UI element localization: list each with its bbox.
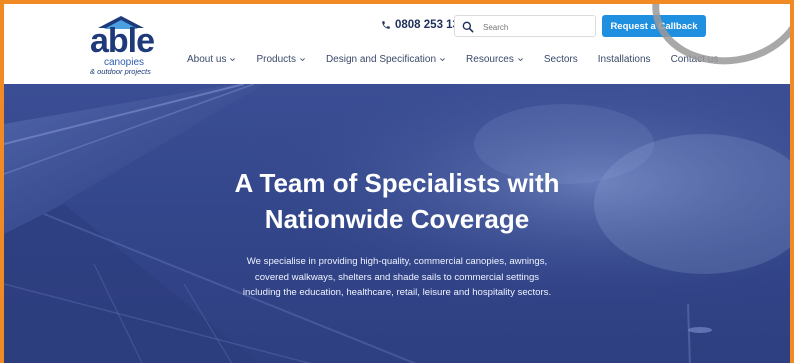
hero-description-line-1: We specialise in providing high-quality,… [246,256,548,267]
chevron-down-icon [517,58,523,62]
hero-description-line-3: including the education, healthcare, ret… [242,287,552,298]
phone-icon [382,21,390,29]
search-input[interactable] [481,18,595,36]
main-nav: About us Products Design and Specificati… [187,54,718,65]
nav-item-resources[interactable]: Resources [466,54,524,65]
hero-headline-line-1: A Team of Specialists with [234,168,560,198]
nav-label: Sectors [543,54,578,65]
hero-description-line-2: covered walkways, shelters and shade sai… [254,271,540,283]
nav-item-products[interactable]: Products [256,54,305,65]
chevron-down-icon [300,58,305,62]
nav-label: About us [187,54,227,65]
site-header: able canopies & outdoor projects 0808 25… [4,4,790,84]
nav-label: Installations [597,54,651,65]
nav-label: Products [256,54,296,65]
hero-banner: A Team of Specialists with Nationwide Co… [4,84,790,363]
page-frame: able canopies & outdoor projects 0808 25… [0,0,794,363]
logo-tagline-2: & outdoor projects [90,67,151,76]
chevron-down-icon [230,58,236,62]
brand-logo[interactable]: able canopies & outdoor projects [90,16,160,78]
nav-item-installations[interactable]: Installations [598,54,651,65]
nav-item-design-specification[interactable]: Design and Specification [326,54,446,65]
hero-headline-line-2: Nationwide Coverage [264,204,530,234]
search-box[interactable] [454,15,596,37]
nav-item-about-us[interactable]: About us [187,54,236,65]
nav-item-sectors[interactable]: Sectors [544,54,578,65]
search-icon[interactable] [461,20,475,34]
nav-label: Design and Specification [325,54,437,65]
nav-label: Resources [466,54,514,65]
logo-wordmark: able [90,22,155,60]
chevron-down-icon [440,58,445,62]
